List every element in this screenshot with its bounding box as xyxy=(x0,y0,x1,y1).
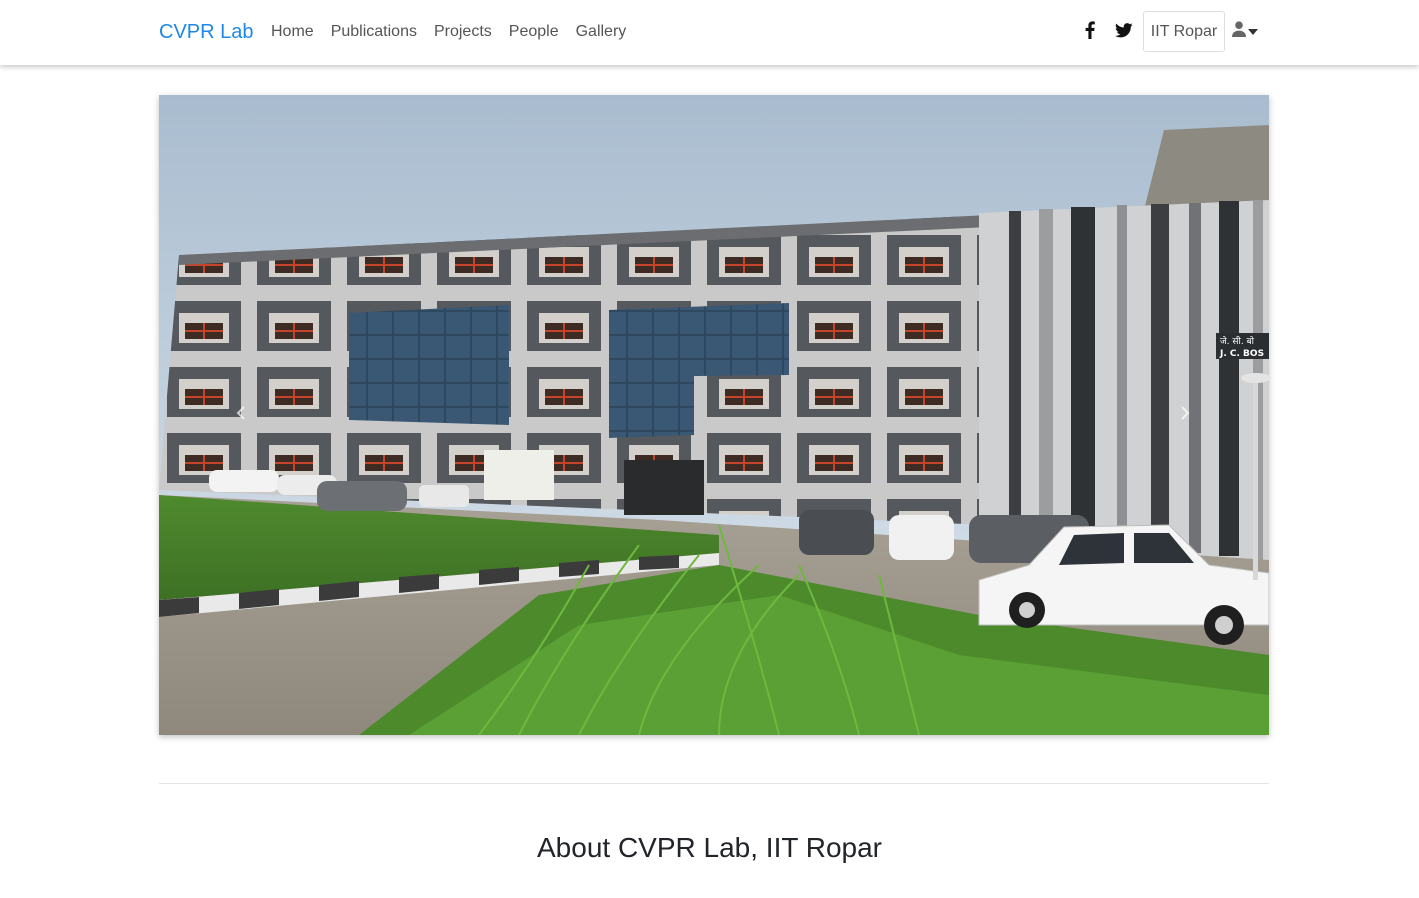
section-divider xyxy=(159,783,1269,784)
carousel-prev-control[interactable] xyxy=(226,395,256,435)
nav-link-home[interactable]: Home xyxy=(271,21,314,43)
sign-text-hindi: जे. सी. बो xyxy=(1220,335,1255,347)
twitter-icon[interactable] xyxy=(1114,19,1134,41)
nav-link-publications[interactable]: Publications xyxy=(331,21,417,43)
about-heading: About CVPR Lab, IIT Ropar xyxy=(537,832,882,863)
sign-text-english: J. C. BOS xyxy=(1219,349,1264,359)
carousel-next-control[interactable] xyxy=(1170,395,1200,435)
caret-down-icon xyxy=(1248,22,1258,40)
chevron-left-icon xyxy=(236,405,246,426)
brand-link[interactable]: CVPR Lab xyxy=(159,19,254,45)
nav-link-people[interactable]: People xyxy=(509,21,559,43)
top-navbar: CVPR Lab Home Publications Projects Peop… xyxy=(0,0,1419,65)
hero-carousel: जे. सी. बो J. C. BOS xyxy=(159,95,1269,735)
user-icon xyxy=(1232,20,1246,42)
building-photo: जे. सी. बो J. C. BOS xyxy=(159,95,1269,735)
user-dropdown[interactable] xyxy=(1232,20,1258,42)
chevron-right-icon xyxy=(1180,405,1190,426)
facebook-icon[interactable] xyxy=(1080,19,1100,41)
nav-links: Home Publications Projects People Galler… xyxy=(271,21,626,43)
nav-link-projects[interactable]: Projects xyxy=(434,21,492,43)
nav-link-gallery[interactable]: Gallery xyxy=(576,21,627,43)
org-button[interactable]: IIT Ropar xyxy=(1143,11,1225,52)
